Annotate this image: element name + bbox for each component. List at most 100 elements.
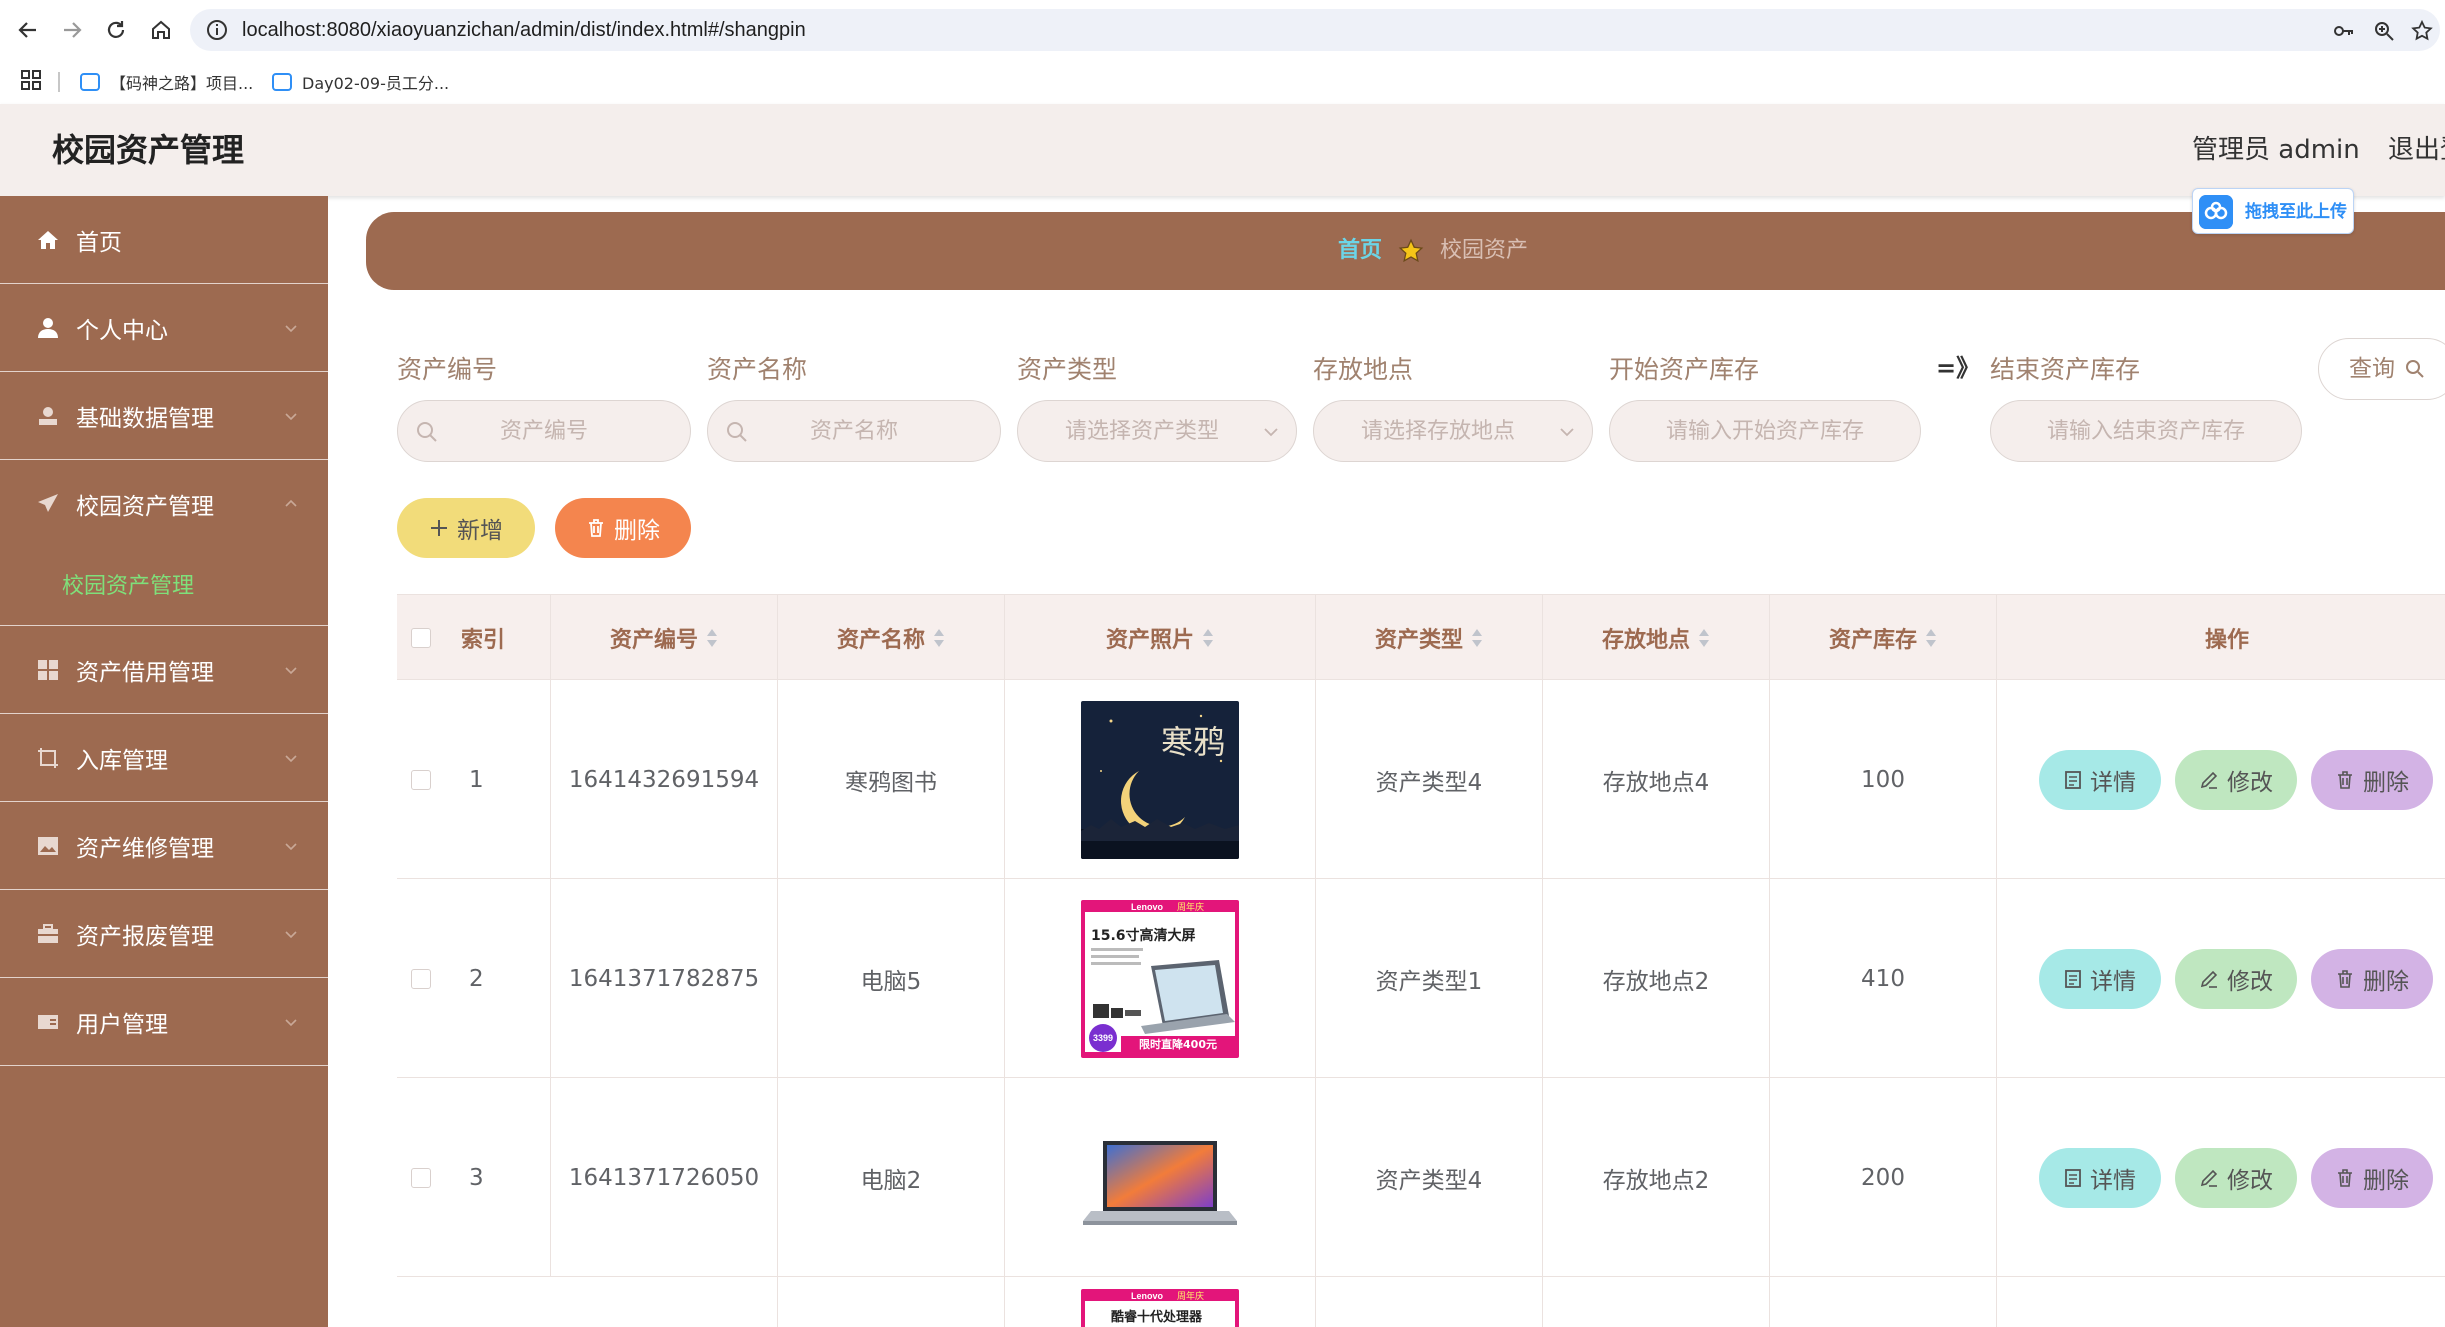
stock-start-input[interactable] [1610, 401, 1920, 461]
sort-icon[interactable] [1202, 627, 1214, 649]
type-select-input[interactable] [1018, 401, 1296, 461]
star-separator-icon [1398, 238, 1424, 263]
location-select[interactable] [1313, 400, 1593, 462]
bookmark-label: Day02-09-员工分... [302, 74, 450, 93]
plus-icon [431, 520, 447, 536]
key-icon[interactable] [2332, 19, 2356, 43]
query-button[interactable]: 查询 [2318, 338, 2445, 400]
upload-drop-badge[interactable]: 拖拽至此上传 [2192, 188, 2354, 234]
cell-code: 1641432691594 [551, 680, 778, 879]
ad-price-text: 3399 [1093, 1033, 1113, 1043]
header-code-label: 资产编号 [609, 628, 698, 653]
chevron-down-icon [1560, 428, 1574, 437]
sort-icon[interactable] [706, 627, 718, 649]
row-select[interactable] [397, 680, 445, 879]
reload-icon [107, 21, 125, 38]
sidebar-item-inbound[interactable]: 入库管理 [0, 714, 328, 802]
stock-end-input[interactable] [1991, 401, 2301, 461]
row-delete-label: 删除 [2363, 968, 2409, 995]
row-delete-button[interactable]: 删除 [2311, 749, 2433, 810]
sidebar-item-home[interactable]: 首页 [0, 196, 328, 284]
location-select-input[interactable] [1314, 401, 1592, 461]
apps-grid-icon[interactable] [20, 69, 42, 91]
admin-user: 管理员 admin [2192, 135, 2360, 165]
header-photo[interactable]: 资产照片 [1005, 595, 1316, 681]
book-cover-image[interactable]: 寒鸦 [1081, 700, 1239, 859]
breadcrumb-home[interactable]: 首页 [1338, 212, 1382, 290]
header-location[interactable]: 存放地点 [1543, 595, 1770, 681]
bookmark-item[interactable]: 【码神之路】项目... [80, 60, 253, 104]
sort-icon[interactable] [933, 627, 945, 649]
send-icon [38, 494, 58, 512]
address-bar[interactable]: localhost:8080/xiaoyuanzichan/admin/dist… [190, 9, 2440, 51]
home-button[interactable] [145, 14, 177, 46]
select-all-checkbox[interactable] [411, 628, 431, 648]
sidebar-item-personal[interactable]: 个人中心 [0, 284, 328, 372]
cell-photo: Lenovo 周年庆 酷睿十代处理器 [1005, 1277, 1316, 1327]
back-button[interactable] [12, 14, 44, 46]
edit-button[interactable]: 修改 [2175, 1147, 2297, 1208]
header-name[interactable]: 资产名称 [778, 595, 1005, 681]
edit-button[interactable]: 修改 [2175, 948, 2297, 1009]
sidebar-item-campus-assets[interactable]: 校园资产管理 [0, 460, 328, 548]
add-button-label: 新增 [457, 518, 503, 544]
delete-button[interactable]: 删除 [555, 498, 691, 558]
cell-stock: 100 [1770, 680, 1997, 879]
laptop-ad-image[interactable]: Lenovo 周年庆 15.6寸高清大屏 3399 限时直降400元 [1081, 899, 1239, 1058]
row-checkbox[interactable] [411, 1167, 431, 1188]
user-icon [38, 317, 58, 338]
header-index: 索引 [445, 595, 551, 681]
logout-link[interactable]: 退出登 [2388, 104, 2445, 196]
add-button[interactable]: 新增 [397, 498, 535, 558]
sidebar-item-scrap[interactable]: 资产报废管理 [0, 890, 328, 978]
row-delete-button[interactable]: 删除 [2311, 1147, 2433, 1208]
sidebar-subitem-campus-assets[interactable]: 校园资产管理 [0, 548, 328, 626]
grid-icon [38, 659, 58, 680]
header-code[interactable]: 资产编号 [551, 595, 778, 681]
row-delete-button[interactable]: 删除 [2311, 948, 2433, 1009]
sidebar-item-users[interactable]: 用户管理 [0, 978, 328, 1066]
cell-photo [1005, 1078, 1316, 1277]
row-checkbox[interactable] [411, 968, 431, 989]
bookmark-item[interactable]: Day02-09-员工分... [272, 60, 449, 104]
query-button-label: 查询 [2349, 356, 2395, 382]
sidebar-item-repair[interactable]: 资产维修管理 [0, 802, 328, 890]
name-input[interactable] [708, 401, 1000, 461]
sidebar-item-label: 资产借用管理 [76, 659, 214, 686]
row-delete-label: 删除 [2363, 769, 2409, 796]
reload-button[interactable] [100, 14, 132, 46]
header-type[interactable]: 资产类型 [1316, 595, 1543, 681]
sort-icon[interactable] [1471, 627, 1483, 649]
row-checkbox[interactable] [411, 769, 431, 790]
ad-brand-text: Lenovo [1131, 1291, 1164, 1301]
forward-button[interactable] [56, 14, 88, 46]
sidebar-item-borrow[interactable]: 资产借用管理 [0, 626, 328, 714]
detail-button[interactable]: 详情 [2039, 1147, 2161, 1208]
table-header: 索引 资产编号 资产名称 资产照片 资产类型 存放地点 资产库存 操作 [397, 594, 2445, 681]
header-select-all[interactable] [397, 595, 445, 681]
header-stock[interactable]: 资产库存 [1770, 595, 1997, 681]
cell-location [1543, 1277, 1770, 1327]
row-select[interactable] [397, 1078, 445, 1277]
chevron-down-icon [285, 930, 297, 938]
header-photo-label: 资产照片 [1105, 628, 1194, 653]
sort-icon[interactable] [1925, 627, 1937, 649]
row-select[interactable] [397, 879, 445, 1078]
upload-badge-label: 拖拽至此上传 [2245, 202, 2347, 222]
edit-button[interactable]: 修改 [2175, 749, 2297, 810]
star-icon[interactable] [2410, 19, 2434, 43]
trash-icon [2338, 1168, 2352, 1187]
breadcrumb: 首页 校园资产 [366, 212, 2445, 290]
zoom-icon[interactable] [2372, 19, 2396, 43]
edit-label: 修改 [2227, 1167, 2273, 1194]
type-select[interactable] [1017, 400, 1297, 462]
bookmarks-bar: 【码神之路】项目... Day02-09-员工分... [0, 60, 2445, 104]
detail-button[interactable]: 详情 [2039, 749, 2161, 810]
laptop-image[interactable] [1081, 1098, 1239, 1257]
laptop-ad-image[interactable]: Lenovo 周年庆 酷睿十代处理器 [1081, 1289, 1239, 1327]
chevron-down-icon [285, 666, 297, 674]
code-input[interactable] [398, 401, 690, 461]
sidebar-item-base-data[interactable]: 基础数据管理 [0, 372, 328, 460]
detail-button[interactable]: 详情 [2039, 948, 2161, 1009]
sort-icon[interactable] [1698, 627, 1710, 649]
